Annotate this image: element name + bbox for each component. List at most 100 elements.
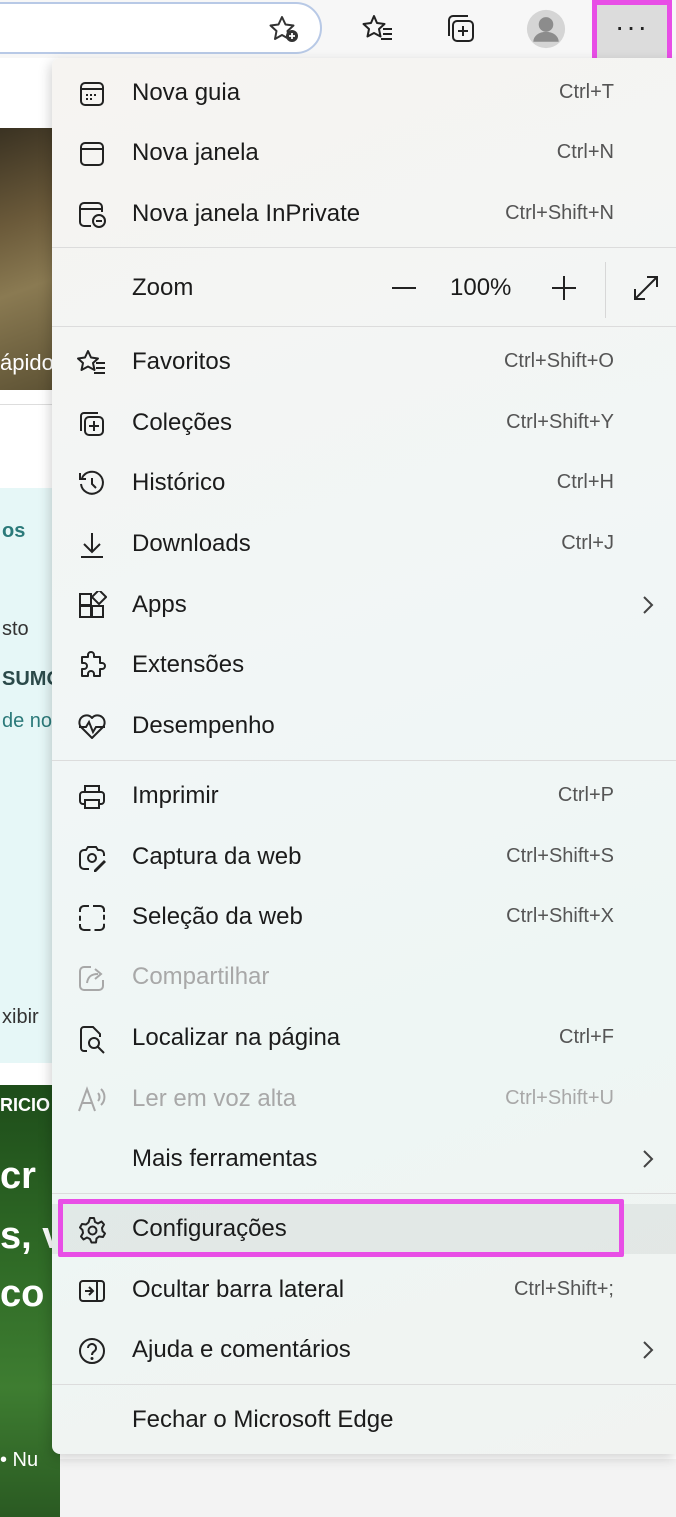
menu-item-help-feedback[interactable]: Ajuda e comentários — [52, 1321, 676, 1379]
menu-item-shortcut: Ctrl+N — [556, 141, 614, 163]
menu-separator — [52, 1384, 676, 1385]
menu-item-history[interactable]: Histórico Ctrl+H — [52, 454, 676, 512]
menu-item-shortcut: Ctrl+Shift+N — [505, 202, 614, 224]
card-link[interactable]: de no — [2, 710, 52, 733]
promo-banner: RICIO cr s, v co c • Nu — [0, 1085, 76, 1517]
menu-item-collections[interactable]: Coleções Ctrl+Shift+Y — [52, 394, 676, 452]
menu-item-shortcut: Ctrl+P — [557, 784, 614, 806]
menu-item-label: Localizar na página — [132, 1024, 341, 1051]
menu-item-apps[interactable]: Apps — [52, 576, 676, 634]
menu-item-shortcut: Ctrl+Shift+S — [506, 845, 614, 867]
zoom-value: 100% — [450, 274, 512, 301]
menu-item-shortcut: Ctrl+Shift+X — [506, 905, 614, 927]
chevron-right-icon — [638, 1144, 658, 1174]
menu-item-label: Fechar o Microsoft Edge — [132, 1406, 394, 1433]
share-icon — [76, 962, 108, 994]
collections-icon[interactable] — [441, 9, 481, 49]
menu-item-label: Desempenho — [132, 712, 275, 739]
print-icon — [76, 781, 108, 813]
extensions-icon — [76, 650, 108, 682]
menu-item-label: Ocultar barra lateral — [132, 1276, 345, 1303]
performance-icon — [76, 711, 108, 743]
menu-item-print[interactable]: Imprimir Ctrl+P — [52, 767, 676, 825]
collections-icon — [76, 408, 108, 440]
history-icon — [76, 468, 108, 500]
menu-item-label: Favoritos — [132, 348, 231, 375]
menu-item-read-aloud: Ler em voz alta Ctrl+Shift+U — [52, 1070, 676, 1128]
menu-item-label: Seleção da web — [132, 903, 303, 930]
menu-item-shortcut: Ctrl+F — [559, 1026, 614, 1048]
menu-item-share: Compartilhar — [52, 948, 676, 1006]
help-icon — [76, 1335, 108, 1367]
menu-item-label: Nova janela — [132, 139, 259, 166]
more-dots-icon: ··· — [615, 11, 649, 42]
menu-item-new-tab[interactable]: Nova guia Ctrl+T — [52, 64, 676, 122]
menu-item-label: Coleções — [132, 409, 233, 436]
find-icon — [76, 1023, 108, 1055]
sidebar-icon — [76, 1275, 108, 1307]
info-card: os sto SUMO de no xibir — [0, 488, 62, 1063]
address-bar[interactable] — [0, 2, 322, 54]
zoom-divider — [605, 262, 606, 318]
menu-item-shortcut: Ctrl+Shift+U — [505, 1087, 614, 1109]
settings-highlight-box — [58, 1199, 624, 1257]
menu-separator — [52, 1193, 676, 1194]
menu-item-label: Compartilhar — [132, 963, 270, 990]
menu-item-new-inprivate-window[interactable]: Nova janela InPrivate Ctrl+Shift+N — [52, 185, 676, 243]
menu-separator — [52, 326, 676, 327]
web-capture-icon — [76, 842, 108, 874]
menu-item-hide-sidebar[interactable]: Ocultar barra lateral Ctrl+Shift+; — [52, 1261, 676, 1319]
fullscreen-icon[interactable] — [628, 270, 664, 306]
menu-item-web-capture[interactable]: Captura da web Ctrl+Shift+S — [52, 828, 676, 886]
article-image-caption: ápido — [0, 350, 54, 375]
card-title: os — [2, 520, 26, 542]
settings-and-more-menu: Nova guia Ctrl+T Nova janela Ctrl+N Nova… — [52, 58, 676, 1454]
card-show-more[interactable]: xibir — [2, 1006, 39, 1029]
zoom-in-button[interactable] — [546, 270, 582, 306]
menu-item-shortcut: Ctrl+H — [556, 471, 614, 493]
menu-item-performance[interactable]: Desempenho — [52, 697, 676, 755]
favorites-icon[interactable] — [358, 9, 398, 49]
new-window-icon — [76, 138, 108, 170]
favorites-icon — [76, 347, 108, 379]
menu-item-label: Nova janela InPrivate — [132, 200, 361, 227]
zoom-row: Zoom 100% — [52, 258, 676, 318]
menu-item-new-window[interactable]: Nova janela Ctrl+N — [52, 124, 676, 182]
menu-item-extensions[interactable]: Extensões — [52, 636, 676, 694]
menu-item-label: Ler em voz alta — [132, 1085, 297, 1112]
new-tab-icon — [76, 78, 108, 110]
menu-separator — [52, 247, 676, 248]
promo-headline-1: cr — [0, 1155, 36, 1197]
chevron-right-icon — [638, 1335, 658, 1365]
menu-item-label: Captura da web — [132, 843, 302, 870]
zoom-label: Zoom — [132, 274, 194, 301]
browser-toolbar: ··· — [0, 0, 676, 68]
menu-item-label: Apps — [132, 591, 187, 618]
inprivate-window-icon — [76, 199, 108, 231]
menu-item-label: Mais ferramentas — [132, 1145, 318, 1172]
chevron-right-icon — [638, 590, 658, 620]
menu-item-shortcut: Ctrl+T — [559, 81, 614, 103]
menu-item-label: Downloads — [132, 530, 251, 557]
menu-item-web-select[interactable]: Seleção da web Ctrl+Shift+X — [52, 888, 676, 946]
menu-item-label: Ajuda e comentários — [132, 1336, 351, 1363]
card-text: sto — [2, 618, 29, 640]
menu-item-label: Nova guia — [132, 79, 241, 106]
web-select-icon — [76, 902, 108, 934]
promo-footer: • Nu — [0, 1449, 39, 1471]
menu-item-more-tools[interactable]: Mais ferramentas — [52, 1130, 676, 1188]
menu-item-label: Histórico — [132, 469, 226, 496]
menu-item-favorites[interactable]: Favoritos Ctrl+Shift+O — [52, 333, 676, 391]
menu-item-close-edge[interactable]: Fechar o Microsoft Edge — [52, 1391, 676, 1449]
menu-separator — [52, 760, 676, 761]
zoom-out-button[interactable] — [386, 270, 422, 306]
profile-avatar-icon[interactable] — [526, 9, 566, 49]
menu-item-label: Extensões — [132, 651, 245, 678]
promo-tag: RICIO — [0, 1095, 51, 1115]
menu-item-find-in-page[interactable]: Localizar na página Ctrl+F — [52, 1009, 676, 1067]
menu-item-downloads[interactable]: Downloads Ctrl+J — [52, 515, 676, 573]
menu-item-shortcut: Ctrl+J — [561, 532, 614, 554]
menu-item-shortcut: Ctrl+Shift+Y — [506, 411, 614, 433]
menu-item-shortcut: Ctrl+Shift+O — [503, 350, 614, 372]
add-favorite-icon[interactable] — [268, 14, 300, 44]
